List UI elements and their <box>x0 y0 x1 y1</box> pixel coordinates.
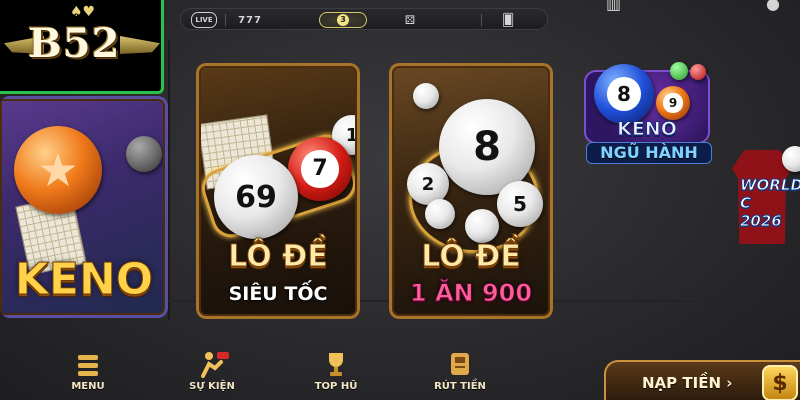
dollar-icon: $ <box>762 365 798 400</box>
game-card-lode-sieu-toc[interactable]: 1 7 69 LÔ ĐỀ SIÊU TỐC <box>196 63 360 319</box>
tab-live[interactable]: LIVE <box>191 12 217 28</box>
nav-events-label: SỰ KIỆN <box>189 381 235 392</box>
lottery-ball-icon: 3 <box>337 14 349 26</box>
category-bar: LIVE 777 3 ⚄ 🂠 <box>180 8 548 30</box>
blue-ball-icon: 8 <box>594 64 654 124</box>
nav-withdraw-label: RÚT TIỀN <box>434 381 486 392</box>
trophy-icon <box>319 350 353 378</box>
brand-logo[interactable]: ♠♥ B52 <box>0 0 164 94</box>
card-frame <box>0 96 168 318</box>
game-card-lode-1-an-900[interactable]: 8 2 5 LÔ ĐỀ 1 ĂN 900 <box>389 63 553 319</box>
category-divider <box>225 14 226 26</box>
menu-icon <box>71 350 105 378</box>
orange-ball-icon: 9 <box>656 86 690 120</box>
nav-jackpot[interactable]: TOP HŨ <box>296 350 376 392</box>
nav-events[interactable]: SỰ KIỆN <box>172 350 252 392</box>
cards-icon: 🂠 <box>501 13 515 27</box>
ranking-icon[interactable]: ▥ <box>606 0 621 13</box>
world-cup-text: WORLD C 2026 <box>740 176 800 231</box>
nav-menu-label: MENU <box>71 381 105 392</box>
world-cup-poster[interactable]: WORLD C 2026 <box>726 146 800 246</box>
logo-text: B52 <box>28 20 121 67</box>
wing-icon <box>120 36 160 54</box>
tab-slots[interactable]: 777 <box>233 12 267 28</box>
keno-ngu-hanh-subtitle: NGŨ HÀNH <box>586 142 712 164</box>
deposit-button[interactable]: NẠP TIỀN › $ <box>604 360 800 400</box>
game-tile-keno-ngu-hanh[interactable]: 8 9 KENO NGŨ HÀNH <box>578 62 718 174</box>
atm-icon <box>443 350 477 378</box>
dice-icon: ⚄ <box>404 13 416 27</box>
category-divider <box>481 14 482 26</box>
keno-ngu-hanh-title: KENO <box>617 118 678 141</box>
nav-withdraw[interactable]: RÚT TIỀN <box>420 350 500 392</box>
events-runner-icon <box>195 350 229 378</box>
card-frame <box>389 63 553 319</box>
red-ball-icon <box>690 64 706 80</box>
card-suits-icon: ♠♥ <box>70 4 96 20</box>
green-ball-icon <box>670 62 688 80</box>
deposit-label: NẠP TIỀN › <box>642 374 733 392</box>
wall-divider <box>168 40 170 320</box>
lobby-stage: LIVE 777 3 ⚄ 🂠 ▥ ● ★ KENO 1 7 69 LÔ ĐỀ S… <box>0 0 800 400</box>
nav-jackpot-label: TOP HŨ <box>314 381 358 392</box>
settings-icon[interactable]: ● <box>766 0 780 13</box>
card-frame <box>196 63 360 319</box>
game-card-keno[interactable]: ★ KENO <box>0 96 168 318</box>
tab-dice[interactable]: ⚄ <box>395 12 425 28</box>
tab-lottery[interactable]: 3 <box>319 12 367 28</box>
tab-cards[interactable]: 🂠 <box>497 12 519 28</box>
nav-menu[interactable]: MENU <box>48 350 128 392</box>
